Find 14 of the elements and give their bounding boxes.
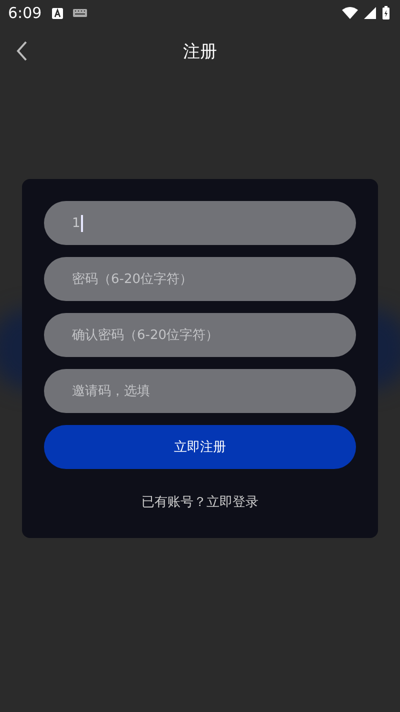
input-field[interactable]: 密码（6-20位字符）: [44, 257, 356, 301]
status-time: 6:09: [8, 4, 42, 22]
signal-icon: [364, 7, 376, 19]
login-link[interactable]: 已有账号？立即登录: [142, 493, 258, 511]
back-icon[interactable]: [16, 41, 28, 61]
input-field[interactable]: 1: [44, 201, 356, 245]
register-button[interactable]: 立即注册: [44, 425, 356, 469]
page-title: 注册: [183, 40, 217, 62]
keyboard-icon: [72, 9, 87, 17]
wifi-icon: [342, 7, 358, 19]
battery-icon: [382, 6, 390, 20]
input-field[interactable]: 确认密码（6-20位字符）: [44, 313, 356, 357]
input-field[interactable]: 邀请码，选填: [44, 369, 356, 413]
keyboard-indicator-icon: [52, 8, 63, 18]
